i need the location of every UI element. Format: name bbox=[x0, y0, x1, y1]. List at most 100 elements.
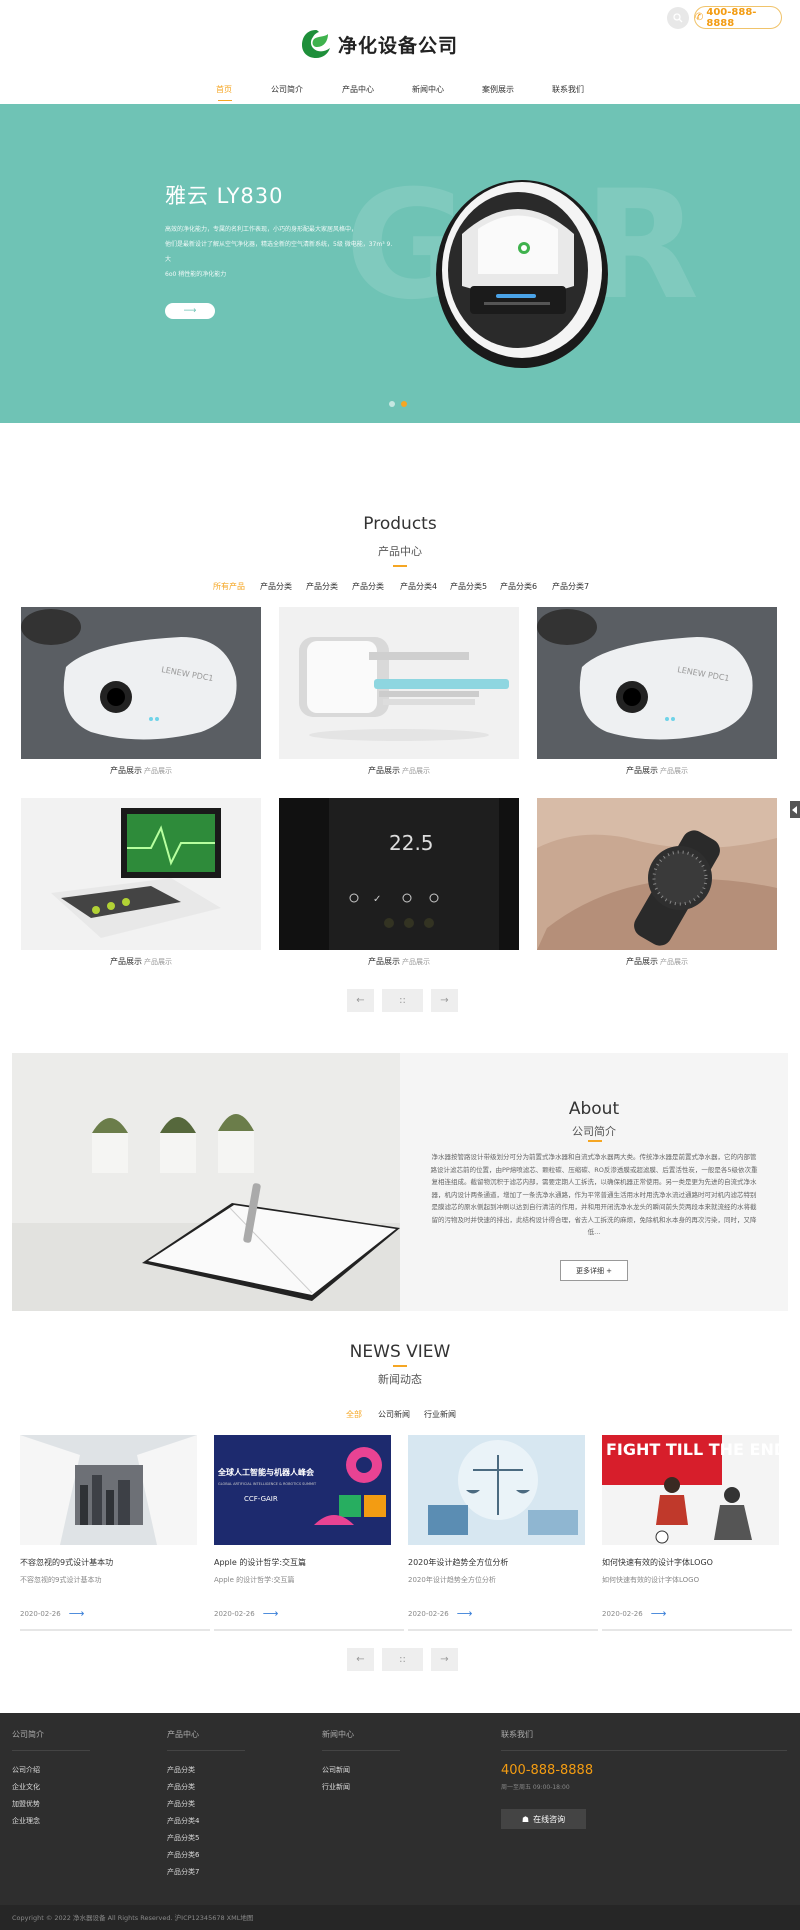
tab-category-7[interactable]: 产品分类7 bbox=[552, 581, 589, 592]
news-tabs: 全部 公司新闻 行业新闻 bbox=[0, 1409, 800, 1421]
product-image: 22.5 ✓ bbox=[279, 798, 519, 950]
header-phone[interactable]: ✆ 400-888-8888 bbox=[694, 6, 782, 29]
tab-company-news[interactable]: 公司新闻 bbox=[378, 1409, 410, 1420]
tab-category-5[interactable]: 产品分类5 bbox=[450, 581, 487, 592]
search-icon bbox=[673, 13, 683, 23]
footer-link[interactable]: 企业文化 bbox=[12, 1782, 90, 1799]
nav-home[interactable]: 首页 bbox=[194, 84, 254, 95]
product-caption: 产品展示 产品展示 bbox=[537, 765, 777, 776]
nav-news[interactable]: 新闻中心 bbox=[398, 84, 458, 95]
product-image bbox=[537, 798, 777, 950]
product-name: 产品展示 bbox=[368, 766, 400, 775]
svg-text:✓: ✓ bbox=[373, 894, 381, 905]
footer-col-products: 产品中心 产品分类 产品分类 产品分类 产品分类4 产品分类5 产品分类6 产品… bbox=[167, 1729, 245, 1884]
pager-prev-button[interactable]: ← bbox=[347, 989, 374, 1012]
product-caption: 产品展示 产品展示 bbox=[279, 765, 519, 776]
product-image bbox=[21, 798, 261, 950]
product-card[interactable]: LENEW PDC1 产品展示 产品展示 bbox=[537, 607, 777, 776]
product-card[interactable]: 22.5 ✓ 产品展示 产品展示 bbox=[279, 798, 519, 967]
product-card[interactable]: 产品展示 产品展示 bbox=[21, 798, 261, 967]
product-category: 产品展示 bbox=[144, 958, 172, 966]
news-card[interactable]: 不容忽视的9式设计基本功 不容忽视的9式设计基本功 2020-02-26 ⟶ bbox=[20, 1435, 210, 1631]
banner-desc-line: 6o0 稍性能的净化能力 bbox=[165, 271, 227, 278]
news-summary: 2020年设计趋势全方位分析 bbox=[408, 1576, 496, 1584]
tab-category-3[interactable]: 产品分类 bbox=[352, 581, 384, 592]
arrow-right-icon[interactable]: ⟶ bbox=[263, 1607, 279, 1620]
nav-cases[interactable]: 案例展示 bbox=[468, 84, 528, 95]
about-title: About bbox=[568, 1099, 620, 1119]
product-card[interactable]: LENEW PDC1 产品展示 产品展示 bbox=[21, 607, 261, 776]
footer-link[interactable]: 产品分类7 bbox=[167, 1867, 245, 1884]
about-more-button[interactable]: 更多详细 + bbox=[560, 1260, 628, 1281]
footer-link[interactable]: 产品分类5 bbox=[167, 1833, 245, 1850]
pager-next-button[interactable]: → bbox=[431, 1648, 458, 1671]
online-consult-button[interactable]: ☗ 在线咨询 bbox=[501, 1809, 586, 1829]
footer-link[interactable]: 公司新闻 bbox=[322, 1765, 400, 1782]
news-date: 2020-02-26 bbox=[602, 1609, 643, 1618]
footer-link[interactable]: 企业理念 bbox=[12, 1816, 90, 1833]
product-category: 产品展示 bbox=[660, 958, 688, 966]
news-pager: ← :: → bbox=[347, 1648, 458, 1671]
footer-heading: 产品中心 bbox=[167, 1730, 199, 1739]
news-image-headline: 全球人工智能与机器人峰会 bbox=[217, 1467, 314, 1477]
pager-next-button[interactable]: → bbox=[431, 989, 458, 1012]
footer-link[interactable]: 行业新闻 bbox=[322, 1782, 400, 1799]
site-logo[interactable]: 净化设备公司 bbox=[300, 28, 458, 60]
about-panel: About 公司简介 净水器按管路设计带级划分可分为前置式净水器和自流式净水器两… bbox=[400, 1053, 788, 1311]
products-title: Products bbox=[363, 514, 437, 534]
news-divider bbox=[214, 1629, 404, 1631]
tab-industry-news[interactable]: 行业新闻 bbox=[424, 1409, 456, 1420]
side-panel-toggle[interactable] bbox=[790, 801, 800, 818]
nav-about[interactable]: 公司简介 bbox=[257, 84, 317, 95]
news-title[interactable]: 不容忽视的9式设计基本功 bbox=[20, 1557, 197, 1568]
nav-products[interactable]: 产品中心 bbox=[328, 84, 388, 95]
product-caption: 产品展示 产品展示 bbox=[279, 956, 519, 967]
site-footer: 公司简介 公司介绍 企业文化 加盟优势 企业理念 产品中心 产品分类 产品分类 … bbox=[0, 1713, 800, 1930]
banner-more-button[interactable]: ⟶ bbox=[165, 303, 215, 319]
pager-pages-button[interactable]: :: bbox=[382, 1648, 423, 1671]
tab-category-2[interactable]: 产品分类 bbox=[306, 581, 338, 592]
pager-pages-button[interactable]: :: bbox=[382, 989, 423, 1012]
footer-link[interactable]: 产品分类4 bbox=[167, 1816, 245, 1833]
tab-category-1[interactable]: 产品分类 bbox=[260, 581, 292, 592]
product-name: 产品展示 bbox=[368, 957, 400, 966]
news-card[interactable]: 2020年设计趋势全方位分析 2020年设计趋势全方位分析 2020-02-26… bbox=[408, 1435, 598, 1631]
news-card[interactable]: 全球人工智能与机器人峰会 GLOBAL ARTIFICIAL INTELLIGE… bbox=[214, 1435, 404, 1631]
news-title[interactable]: 如何快速有效的设计字体LOGO bbox=[602, 1557, 779, 1568]
footer-phone[interactable]: 400-888-8888 bbox=[501, 1763, 787, 1778]
footer-link[interactable]: 产品分类 bbox=[167, 1765, 245, 1782]
footer-link[interactable]: 产品分类6 bbox=[167, 1850, 245, 1867]
product-image: LENEW PDC1 bbox=[21, 607, 261, 759]
banner-dot-active[interactable] bbox=[401, 401, 407, 407]
product-card[interactable]: 产品展示 产品展示 bbox=[537, 798, 777, 967]
product-category: 产品展示 bbox=[402, 958, 430, 966]
tab-news-all[interactable]: 全部 bbox=[346, 1409, 362, 1420]
news-title[interactable]: Apple 的设计哲学:交互篇 bbox=[214, 1557, 391, 1568]
nav-contact[interactable]: 联系我们 bbox=[538, 84, 598, 95]
product-image: LENEW PDC1 bbox=[537, 607, 777, 759]
tab-all-products[interactable]: 所有产品 bbox=[213, 581, 245, 592]
news-image-brand: CCF-GAIR bbox=[244, 1495, 278, 1503]
tab-category-6[interactable]: 产品分类6 bbox=[500, 581, 537, 592]
footer-link[interactable]: 加盟优势 bbox=[12, 1799, 90, 1816]
footer-col-about: 公司简介 公司介绍 企业文化 加盟优势 企业理念 bbox=[12, 1729, 90, 1833]
pager-prev-button[interactable]: ← bbox=[347, 1648, 374, 1671]
product-card[interactable]: 产品展示 产品展示 bbox=[279, 607, 519, 776]
tab-category-4[interactable]: 产品分类4 bbox=[400, 581, 437, 592]
footer-link[interactable]: 公司介绍 bbox=[12, 1765, 90, 1782]
hero-banner[interactable]: GQR 雅云 LY830 高效的净化能力，专属的名利工作表现，小巧的身形配最大家… bbox=[0, 104, 800, 423]
banner-dot[interactable] bbox=[389, 401, 395, 407]
arrow-right-icon[interactable]: ⟶ bbox=[457, 1607, 473, 1620]
arrow-right-icon[interactable]: ⟶ bbox=[69, 1607, 85, 1620]
footer-link[interactable]: 产品分类 bbox=[167, 1782, 245, 1799]
search-button[interactable] bbox=[667, 7, 689, 29]
footer-link[interactable]: 产品分类 bbox=[167, 1799, 245, 1816]
news-title[interactable]: 2020年设计趋势全方位分析 bbox=[408, 1557, 585, 1568]
arrow-right-icon[interactable]: ⟶ bbox=[651, 1607, 667, 1620]
product-image bbox=[279, 607, 519, 759]
product-name: 产品展示 bbox=[110, 957, 142, 966]
news-divider bbox=[408, 1629, 598, 1631]
news-card[interactable]: FIGHT TILL THE END 如何快速有效的设计字体LOGO 如何快速有… bbox=[602, 1435, 792, 1631]
product-caption: 产品展示 产品展示 bbox=[21, 956, 261, 967]
news-meta: 2020-02-26 ⟶ bbox=[214, 1607, 391, 1620]
